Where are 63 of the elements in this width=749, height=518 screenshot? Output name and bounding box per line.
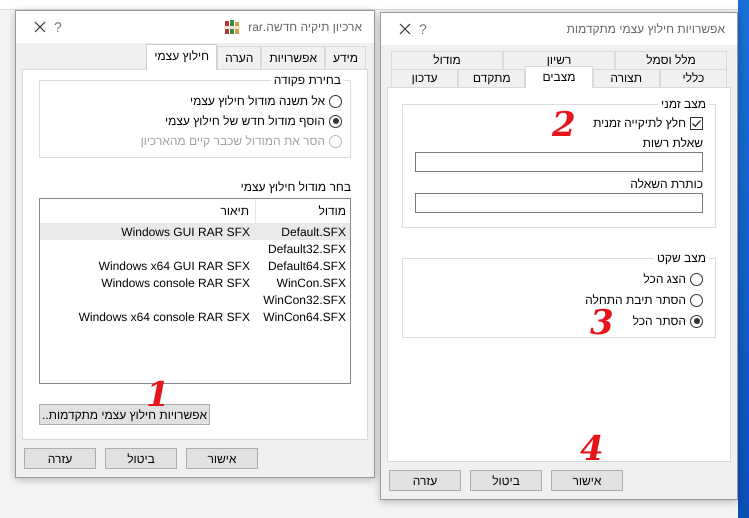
table-cell: Windows x64 console RAR SFX: [78, 310, 250, 324]
help-button[interactable]: ?: [419, 21, 427, 37]
window-title: ארכיון תיקיה חדשה.rar: [248, 20, 362, 34]
help-button[interactable]: ?: [54, 19, 62, 35]
close-icon[interactable]: [34, 21, 46, 33]
list-row[interactable]: Windows GUI RAR SFX Default.SFX: [40, 223, 350, 240]
dialog-button[interactable]: אישור: [551, 470, 623, 491]
tab[interactable]: מידע: [325, 46, 366, 69]
input-field[interactable]: [415, 193, 703, 213]
tab[interactable]: רשיון: [503, 51, 615, 69]
radio-label: הסר את המודול שכבר קיים מהארכיון: [140, 134, 325, 148]
list-row[interactable]: WinCon32.SFX: [40, 291, 350, 308]
tab[interactable]: עדכון: [390, 69, 458, 87]
tab[interactable]: חילוץ עצמי: [146, 44, 218, 70]
column-header[interactable]: תיאור: [40, 199, 255, 223]
table-cell-text: WinCon32.SFX: [262, 292, 347, 306]
table-cell-text: WinCon64.SFX: [262, 310, 347, 324]
table-cell: Windows GUI RAR SFX: [121, 224, 250, 238]
field-label: כותרת השאלה: [630, 177, 703, 191]
annotation-number: 4: [580, 432, 604, 466]
window-title: אפשרויות חילוץ עצמי מתקדמות: [566, 22, 725, 36]
tab[interactable]: מצבים: [525, 66, 593, 88]
dialog-button[interactable]: אישור: [186, 448, 258, 469]
radio-button[interactable]: [329, 94, 342, 108]
radio-button[interactable]: [690, 272, 703, 286]
tab[interactable]: כללי: [660, 69, 727, 87]
table-cell-text: Default.SFX: [280, 224, 347, 238]
table-cell-text: Default64.SFX: [266, 258, 347, 272]
dialog-button[interactable]: עזרה: [389, 470, 461, 491]
tab[interactable]: תצורה: [592, 69, 660, 87]
list-row[interactable]: Default32.SFX: [40, 240, 350, 257]
list-row[interactable]: Windows x64 GUI RAR SFX Default64.SFX: [40, 257, 350, 274]
tab[interactable]: מתקדם: [458, 69, 526, 87]
list-row[interactable]: Windows x64 console RAR SFX WinCon64.SFX: [40, 308, 350, 325]
list-row[interactable]: Windows console RAR SFX WinCon.SFX: [40, 274, 350, 291]
table-cell-text: Default32.SFX: [266, 242, 347, 256]
close-icon[interactable]: [399, 23, 411, 35]
tab[interactable]: מודול: [391, 51, 503, 69]
tab[interactable]: מלל וסמל: [615, 51, 727, 69]
annotation-number: 2: [552, 108, 576, 142]
checkbox[interactable]: [690, 116, 703, 130]
table-cell: Windows console RAR SFX: [101, 276, 250, 290]
section-label: בחר מודול חילוץ עצמי: [240, 180, 351, 194]
input-field[interactable]: [415, 152, 703, 172]
radio-label: הסתר הכל: [632, 314, 686, 328]
annotation-number: 3: [590, 306, 614, 340]
dialog-button[interactable]: ביטול: [105, 448, 177, 469]
checkbox-label: חלץ לתיקייה זמנית: [593, 116, 686, 130]
field-label: שאלת רשות: [642, 136, 703, 150]
radio-button[interactable]: [690, 314, 703, 328]
radio-label: הסתר תיבת התחלה: [585, 293, 686, 307]
books-icon: [224, 19, 240, 35]
radio-button[interactable]: [329, 114, 342, 128]
table-cell: Windows x64 GUI RAR SFX: [98, 258, 250, 272]
radio-label: אל תשנה מודול חילוץ עצמי: [190, 94, 325, 108]
dialog-button[interactable]: ביטול: [470, 470, 542, 491]
radio-label: הצג הכל: [643, 272, 686, 286]
table-cell-text: WinCon.SFX: [276, 276, 347, 290]
radio-button[interactable]: [690, 294, 703, 306]
radio-label: הוסף מודול חדש של חילוץ עצמי: [165, 114, 325, 128]
tab[interactable]: אפשרויות: [261, 46, 325, 69]
tab[interactable]: הערה: [217, 46, 262, 69]
dialog-button[interactable]: עזרה: [24, 448, 96, 469]
